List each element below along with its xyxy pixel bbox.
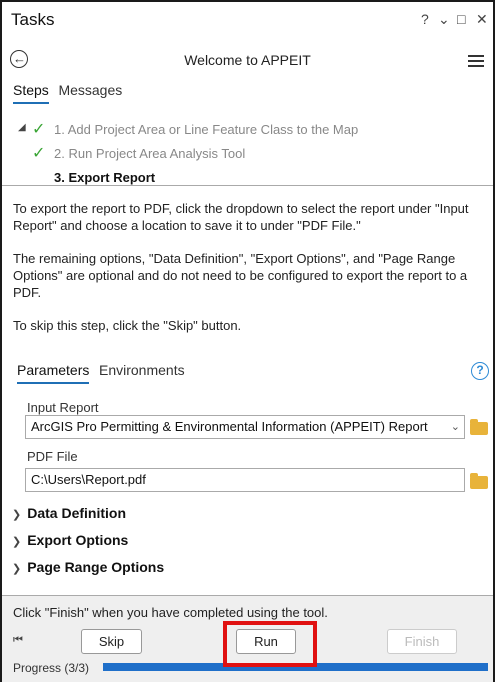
chevron-down-icon[interactable]: ⌄ [438,11,450,28]
step-label: 2. Run Project Area Analysis Tool [54,146,246,161]
finish-button[interactable]: Finish [387,629,457,654]
tab-environments[interactable]: Environments [99,362,185,382]
close-icon[interactable]: ✕ [476,11,488,28]
skip-button[interactable]: Skip [81,629,142,654]
help-circle-icon[interactable]: ? [471,362,489,380]
input-report-label: Input Report [27,400,99,415]
task-heading: Welcome to APPEIT [184,52,311,68]
input-report-value: ArcGIS Pro Permitting & Environmental In… [31,419,428,434]
input-report-select[interactable]: ArcGIS Pro Permitting & Environmental In… [25,415,465,439]
title-bar: Tasks ? ⌄ □ ✕ [2,2,493,42]
help-icon[interactable]: ? [421,11,429,27]
folder-icon[interactable] [470,473,488,489]
step-item[interactable]: ◢ ✓ 1. Add Project Area or Line Feature … [13,120,483,144]
menu-icon[interactable] [468,55,484,70]
folder-icon[interactable] [470,419,488,435]
checkmark-icon: ✓ [32,121,46,138]
tasks-pane: Tasks ? ⌄ □ ✕ ← Welcome to APPEIT Steps … [0,0,495,682]
description-paragraph: To skip this step, click the "Skip" butt… [13,318,242,333]
group-export-options[interactable]: ❯ Export Options [12,532,128,548]
step-item[interactable]: ✓ 2. Run Project Area Analysis Tool [13,144,483,168]
collapse-triangle-icon[interactable]: ◢ [18,122,26,133]
pane-title: Tasks [11,10,55,29]
group-page-range-options[interactable]: ❯ Page Range Options [12,559,164,575]
step-description: To export the report to PDF, click the d… [13,200,487,350]
chevron-right-icon: ❯ [12,563,22,575]
pdf-file-label: PDF File [27,449,78,464]
pdf-file-input[interactable]: C:\Users\Report.pdf [25,468,465,492]
tab-parameters[interactable]: Parameters [17,362,90,384]
first-step-icon[interactable]: ⏮ [13,634,23,647]
divider [2,185,493,186]
description-paragraph: The remaining options, "Data Definition"… [13,251,468,300]
chevron-right-icon: ❯ [12,509,22,521]
chevron-down-icon[interactable]: ⌄ [451,416,460,438]
steps-tabs: Steps Messages [13,82,128,108]
tab-messages[interactable]: Messages [58,82,122,102]
step-list: ◢ ✓ 1. Add Project Area or Line Feature … [13,120,483,192]
group-label: Page Range Options [27,559,165,575]
group-label: Data Definition [27,505,126,521]
step-label: 3. Export Report [54,170,156,185]
group-label: Export Options [27,532,129,548]
parameter-tabs: Parameters Environments ? [17,362,491,388]
group-data-definition[interactable]: ❯ Data Definition [12,505,126,521]
step-item-current[interactable]: 3. Export Report [13,168,483,192]
tab-steps[interactable]: Steps [13,82,49,104]
chevron-right-icon: ❯ [12,536,22,548]
step-label: 1. Add Project Area or Line Feature Clas… [54,122,359,137]
description-paragraph: To export the report to PDF, click the d… [13,201,469,233]
task-nav: ← Welcome to APPEIT [2,42,493,80]
checkmark-icon: ✓ [32,145,46,162]
pdf-file-value: C:\Users\Report.pdf [31,472,146,487]
maximize-icon[interactable]: □ [457,11,465,27]
finish-message: Click "Finish" when you have completed u… [13,605,328,620]
progress-label: Progress (3/3) [13,661,90,675]
run-highlight-box [223,621,317,667]
